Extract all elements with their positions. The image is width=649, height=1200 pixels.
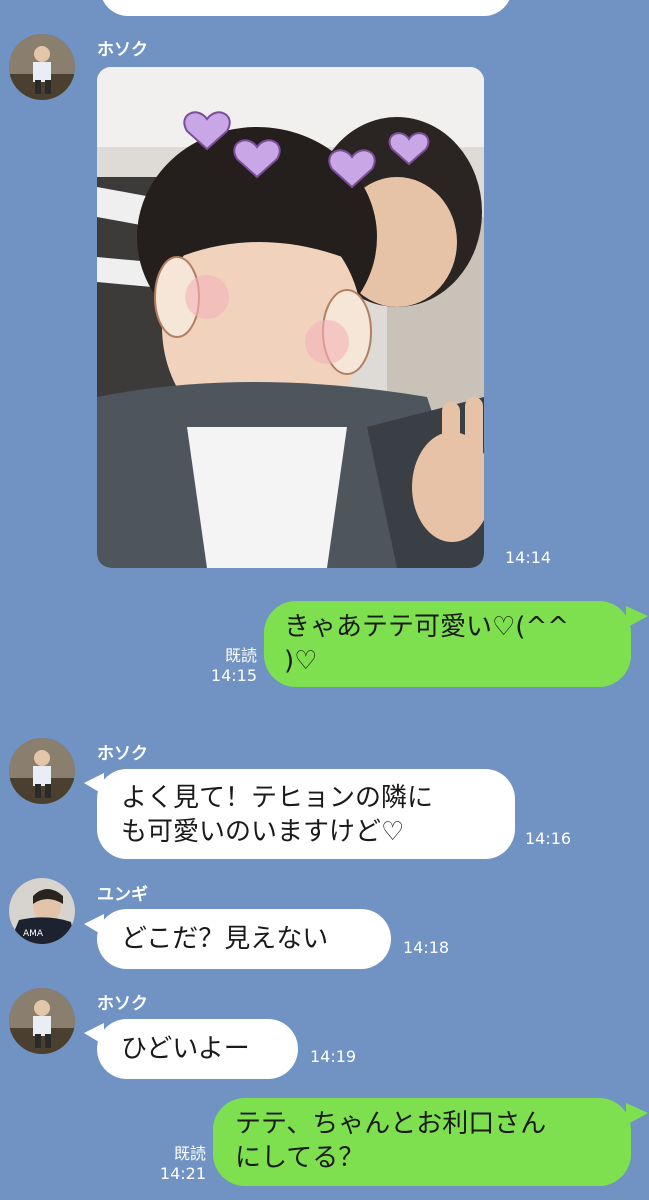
outgoing-message-bubble[interactable]: きゃあテテ可愛い♡(^^ )♡ — [264, 601, 631, 687]
read-receipt: 既読 14:21 — [155, 1144, 206, 1184]
incoming-message-bubble[interactable]: よく見て！テヒョンの隣に も可愛いのいますけど♡ — [97, 769, 515, 859]
message-line: にしてる？ — [235, 1143, 365, 1173]
outgoing-bubble-tail — [626, 1103, 648, 1125]
sender-name: ホソク — [97, 744, 148, 764]
avatar-yoongi-image: AMA — [9, 878, 75, 944]
message-line: ひどいよー — [121, 1034, 250, 1064]
avatar-hoseok-image — [9, 738, 75, 804]
read-label: 既読 — [173, 1144, 206, 1163]
sender-name: ユンギ — [97, 885, 148, 905]
avatar-hoseok[interactable] — [9, 988, 75, 1054]
sender-name: ホソク — [97, 994, 148, 1014]
timestamp: 14:19 — [310, 1047, 357, 1066]
outgoing-message-bubble[interactable]: テテ、ちゃんとお利口さん にしてる？ — [213, 1098, 631, 1186]
timestamp: 14:16 — [525, 829, 572, 848]
message-line: どこだ？見えない — [121, 924, 329, 954]
timestamp: 14:18 — [403, 938, 450, 957]
outgoing-bubble-tail — [626, 606, 648, 628]
message-line: )♡ — [284, 646, 318, 676]
avatar-hoseok-image — [9, 988, 75, 1054]
timestamp: 14:14 — [505, 548, 552, 567]
timestamp: 14:15 — [210, 666, 257, 685]
read-label: 既読 — [224, 646, 257, 665]
avatar-yoongi[interactable]: AMA — [9, 878, 75, 944]
selfie-photo — [97, 67, 484, 568]
previous-message-bubble-partial[interactable] — [100, 0, 512, 16]
read-receipt: 既読 14:15 — [206, 646, 257, 686]
message-line: きゃあテテ可愛い♡(^^ — [284, 612, 570, 642]
message-line: よく見て！テヒョンの隣に — [121, 783, 434, 813]
message-line: も可愛いのいますけど♡ — [121, 817, 405, 847]
timestamp: 14:21 — [159, 1164, 206, 1183]
avatar-hoseok[interactable] — [9, 738, 75, 804]
svg-text:AMA: AMA — [23, 929, 44, 939]
shared-photo[interactable] — [97, 67, 484, 568]
avatar-hoseok-image — [9, 34, 75, 100]
incoming-message-bubble[interactable]: どこだ？見えない — [97, 909, 391, 969]
sender-name: ホソク — [97, 40, 148, 60]
incoming-message-bubble[interactable]: ひどいよー — [97, 1019, 298, 1079]
avatar-hoseok[interactable] — [9, 34, 75, 100]
message-line: テテ、ちゃんとお利口さん — [235, 1109, 547, 1139]
